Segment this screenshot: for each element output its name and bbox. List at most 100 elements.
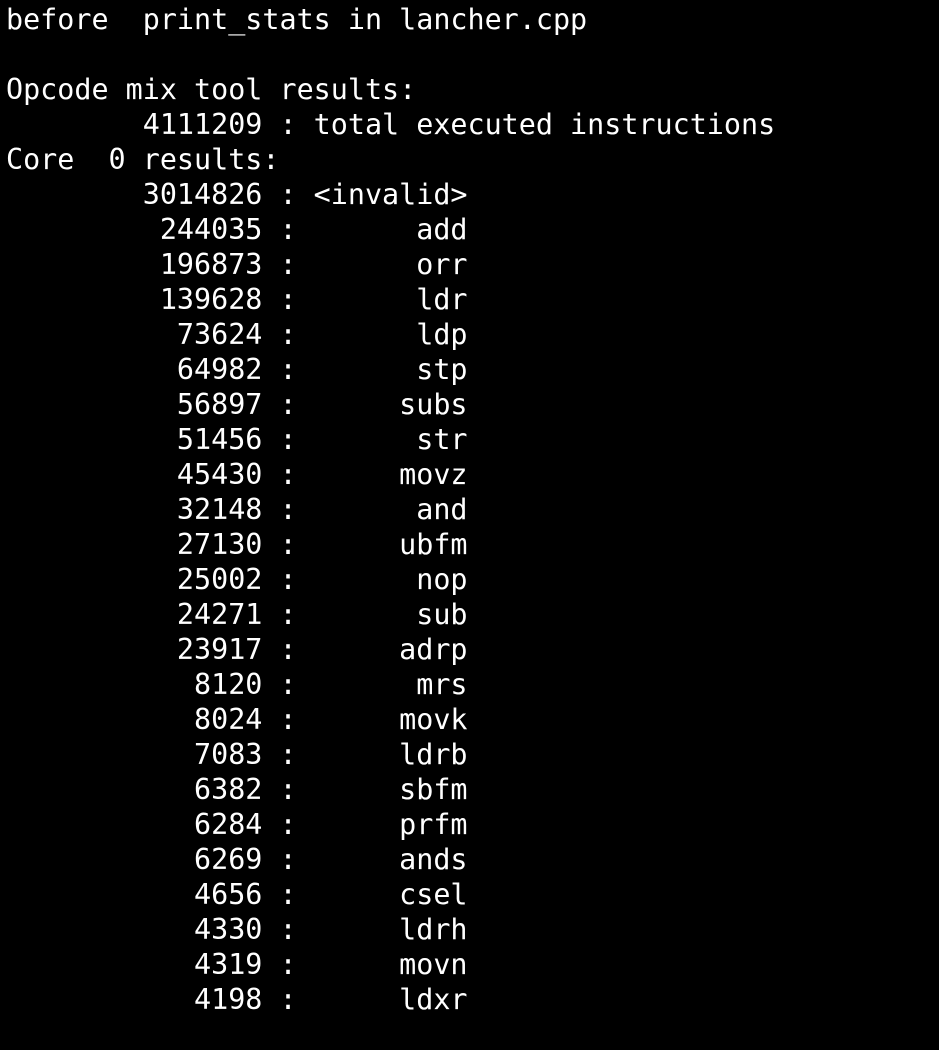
opcode-name: ldp bbox=[313, 318, 468, 351]
opcode-row: 6284 : prfm bbox=[6, 807, 931, 842]
opcode-row: 8120 : mrs bbox=[6, 667, 931, 702]
opcode-row: 244035 : add bbox=[6, 212, 931, 247]
opcode-name: csel bbox=[313, 878, 468, 911]
opcode-count: 45430 bbox=[6, 458, 263, 491]
opcode-name: ldxr bbox=[313, 983, 468, 1016]
opcode-row: 196873 : orr bbox=[6, 247, 931, 282]
opcode-name: ubfm bbox=[313, 528, 468, 561]
opcode-count: 4656 bbox=[6, 878, 263, 911]
opcode-count: 6382 bbox=[6, 773, 263, 806]
opcode-count: 4319 bbox=[6, 948, 263, 981]
separator: : bbox=[262, 388, 314, 421]
opcode-name: orr bbox=[313, 248, 468, 281]
tool-title: Opcode mix tool results: bbox=[6, 73, 417, 106]
separator: : bbox=[262, 353, 314, 386]
opcode-row: 73624 : ldp bbox=[6, 317, 931, 352]
opcode-name: <invalid> bbox=[313, 178, 468, 211]
opcode-row: 25002 : nop bbox=[6, 562, 931, 597]
separator: : bbox=[262, 738, 314, 771]
separator: : bbox=[262, 248, 314, 281]
opcode-name: movz bbox=[313, 458, 468, 491]
terminal-output: before print_stats in lancher.cpp Opcode… bbox=[6, 2, 931, 1017]
opcode-count: 64982 bbox=[6, 353, 263, 386]
opcode-name: prfm bbox=[313, 808, 468, 841]
opcode-count: 32148 bbox=[6, 493, 263, 526]
opcode-row: 6269 : ands bbox=[6, 842, 931, 877]
opcode-count: 4330 bbox=[6, 913, 263, 946]
opcode-row: 32148 : and bbox=[6, 492, 931, 527]
opcode-row: 3014826 : <invalid> bbox=[6, 177, 931, 212]
opcode-name: adrp bbox=[313, 633, 468, 666]
opcode-name: ands bbox=[313, 843, 468, 876]
separator: : bbox=[262, 423, 314, 456]
opcode-results-list: 3014826 : <invalid> 244035 : add 196873 … bbox=[6, 177, 931, 1017]
opcode-row: 7083 : ldrb bbox=[6, 737, 931, 772]
opcode-count: 244035 bbox=[6, 213, 263, 246]
opcode-count: 4198 bbox=[6, 983, 263, 1016]
opcode-count: 3014826 bbox=[6, 178, 263, 211]
opcode-count: 23917 bbox=[6, 633, 263, 666]
separator: : bbox=[262, 528, 314, 561]
opcode-count: 196873 bbox=[6, 248, 263, 281]
separator: : bbox=[262, 668, 314, 701]
opcode-count: 7083 bbox=[6, 738, 263, 771]
opcode-row: 56897 : subs bbox=[6, 387, 931, 422]
opcode-name: ldr bbox=[313, 283, 468, 316]
separator: : bbox=[262, 633, 314, 666]
opcode-row: 139628 : ldr bbox=[6, 282, 931, 317]
opcode-name: subs bbox=[313, 388, 468, 421]
opcode-count: 56897 bbox=[6, 388, 263, 421]
separator: : bbox=[262, 493, 314, 526]
opcode-count: 25002 bbox=[6, 563, 263, 596]
opcode-name: add bbox=[313, 213, 468, 246]
separator: : bbox=[262, 213, 314, 246]
separator: : bbox=[262, 458, 314, 491]
opcode-name: mrs bbox=[313, 668, 468, 701]
separator: : bbox=[262, 703, 314, 736]
separator: : bbox=[262, 808, 314, 841]
separator: : bbox=[262, 913, 314, 946]
opcode-count: 8120 bbox=[6, 668, 263, 701]
opcode-count: 139628 bbox=[6, 283, 263, 316]
opcode-row: 4319 : movn bbox=[6, 947, 931, 982]
opcode-count: 24271 bbox=[6, 598, 263, 631]
opcode-row: 4656 : csel bbox=[6, 877, 931, 912]
separator: : bbox=[262, 983, 314, 1016]
separator: : bbox=[262, 563, 314, 596]
total-instructions-line: 4111209 : total executed instructions bbox=[6, 108, 776, 141]
opcode-row: 45430 : movz bbox=[6, 457, 931, 492]
opcode-row: 64982 : stp bbox=[6, 352, 931, 387]
separator: : bbox=[262, 283, 314, 316]
opcode-count: 73624 bbox=[6, 318, 263, 351]
separator: : bbox=[262, 598, 314, 631]
core-results-line: Core 0 results: bbox=[6, 143, 280, 176]
separator: : bbox=[262, 318, 314, 351]
separator: : bbox=[262, 878, 314, 911]
opcode-name: sub bbox=[313, 598, 468, 631]
separator: : bbox=[262, 773, 314, 806]
opcode-row: 27130 : ubfm bbox=[6, 527, 931, 562]
opcode-name: movn bbox=[313, 948, 468, 981]
opcode-row: 24271 : sub bbox=[6, 597, 931, 632]
separator: : bbox=[262, 948, 314, 981]
opcode-row: 8024 : movk bbox=[6, 702, 931, 737]
opcode-row: 4330 : ldrh bbox=[6, 912, 931, 947]
opcode-name: str bbox=[313, 423, 468, 456]
opcode-count: 6284 bbox=[6, 808, 263, 841]
opcode-name: ldrh bbox=[313, 913, 468, 946]
opcode-name: sbfm bbox=[313, 773, 468, 806]
opcode-name: ldrb bbox=[313, 738, 468, 771]
opcode-row: 51456 : str bbox=[6, 422, 931, 457]
separator: : bbox=[262, 178, 314, 211]
opcode-name: nop bbox=[313, 563, 468, 596]
opcode-name: movk bbox=[313, 703, 468, 736]
opcode-name: stp bbox=[313, 353, 468, 386]
opcode-count: 27130 bbox=[6, 528, 263, 561]
separator: : bbox=[262, 843, 314, 876]
opcode-row: 4198 : ldxr bbox=[6, 982, 931, 1017]
opcode-count: 8024 bbox=[6, 703, 263, 736]
header-line: before print_stats in lancher.cpp bbox=[6, 3, 588, 36]
opcode-name: and bbox=[313, 493, 468, 526]
opcode-count: 6269 bbox=[6, 843, 263, 876]
